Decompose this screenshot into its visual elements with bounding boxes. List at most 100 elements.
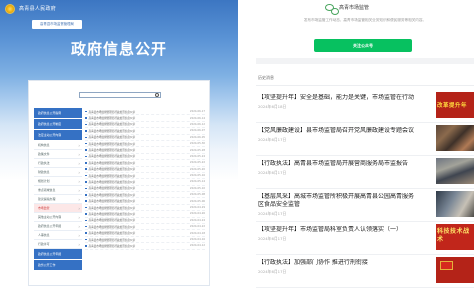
chevron-right-icon: › <box>78 224 80 229</box>
chevron-right-icon: › <box>78 233 80 238</box>
sidebar-item-label: 行政执法 <box>38 161 50 165</box>
row-title-text: 高青县市场监督管理局行政处罚信息公示 <box>88 232 136 236</box>
bullet-icon <box>85 181 87 183</box>
row-title[interactable]: 高青县市场监督管理局行政处罚信息公示 <box>85 225 187 229</box>
row-title[interactable]: 高青县市场监督管理局行政处罚信息公示 <box>85 167 187 171</box>
row-title[interactable]: 高青县市场监督管理局行政处罚信息公示 <box>85 135 187 139</box>
article-thumbnail[interactable]: 改革提升年 <box>436 92 474 118</box>
row-title-text: 高青县市场监督管理局行政处罚信息公示 <box>88 142 136 146</box>
row-title[interactable]: 高青县市场监督管理局行政处罚信息公示 <box>85 193 187 197</box>
row-title[interactable]: 高青县市场监督管理局行政处罚信息公示 <box>85 186 187 190</box>
row-title-text: 高青县市场监督管理局行政处罚信息公示 <box>88 136 136 140</box>
article-thumbnail[interactable] <box>436 158 474 184</box>
follow-button[interactable]: 关注公众号 <box>314 39 412 52</box>
row-title[interactable]: 高青县市场监督管理局行政处罚信息公示 <box>85 231 187 235</box>
content-panel: 政府信息公开指南 政府信息公开制度 法定主动公开内容 机构信息 › 政策文件 › 行政执法 › 财… <box>28 80 210 286</box>
row-title-text: 高青县市场监督管理局行政处罚信息公示 <box>88 206 136 210</box>
sidebar-item[interactable]: 财政信息 › <box>34 168 82 177</box>
article-item[interactable]: 【党风廉政建设】县市场监管局召开党风廉政建设专题会议 2024年6月17日 <box>256 122 474 156</box>
chevron-right-icon: › <box>78 161 80 166</box>
row-date: 2024-04-26 <box>189 212 205 216</box>
table-row[interactable]: 高青县市场监督管理局行政处罚信息公示 2024-04-12 <box>85 243 205 250</box>
sidebar-item[interactable]: 政府信息公开指南 <box>34 108 82 119</box>
search-icon[interactable] <box>155 93 159 97</box>
sidebar-item[interactable]: 行政执法 › <box>34 159 82 168</box>
thumbnail-caption: 改革提升年 <box>437 103 468 109</box>
row-title[interactable]: 高青县市场监督管理局行政处罚信息公示 <box>85 244 187 248</box>
national-emblem-icon <box>5 4 15 14</box>
history-label: 历史消息 <box>258 75 274 80</box>
sidebar-item[interactable]: 政策文件 › <box>34 150 82 159</box>
row-title[interactable]: 高青县市场监督管理局行政处罚信息公示 <box>85 174 187 178</box>
row-date: 2024-04-22 <box>189 225 205 229</box>
sidebar-item[interactable]: 规划计划 › <box>34 177 82 186</box>
row-title[interactable]: 高青县市场监督管理局行政处罚信息公示 <box>85 199 187 203</box>
sidebar-item-label: 政务公开工作 <box>38 263 56 267</box>
sidebar-item[interactable]: 政府信息公开年报 <box>34 249 82 260</box>
sidebar-item[interactable]: 法定主动公开内容 <box>34 130 82 141</box>
bullet-icon <box>85 187 87 190</box>
article-thumbnail[interactable] <box>436 125 474 151</box>
row-date: 2024-04-16 <box>189 238 205 241</box>
sidebar-item[interactable]: 行政许可 › <box>34 240 82 249</box>
row-title[interactable]: 高青县市场监督管理局行政处罚信息公示 <box>85 129 187 133</box>
thumbnail-caption: 科技技术战术 <box>437 228 470 243</box>
sidebar-item[interactable]: 政府信息公开制度 <box>34 119 82 130</box>
sidebar-item[interactable]: 重点领域信息 › <box>34 186 82 195</box>
row-title-text: 高青县市场监督管理局行政处罚信息公示 <box>88 155 136 159</box>
sidebar-item-label: 政府信息公开制度 <box>38 122 62 126</box>
row-title[interactable]: 高青县市场监督管理局行政处罚信息公示 <box>85 180 187 184</box>
article-title[interactable]: 【党风廉政建设】县市场监管局召开党风廉政建设专题会议 <box>258 127 418 135</box>
article-item[interactable]: 【行政执法】高青县市场监管局开展营商服务局市监报告 2024年6月17日 <box>256 155 474 189</box>
sidebar-item[interactable]: 机构信息 › <box>34 141 82 150</box>
row-title[interactable]: 高青县市场监督管理局行政处罚信息公示 <box>85 212 187 216</box>
article-item[interactable]: 【攻坚提升年】安全是基础，能力是关键，市场监管在行动 2024年6月18日 改革提升… <box>256 89 474 123</box>
article-title[interactable]: 【攻坚提升年】安全是基础，能力是关键，市场监管在行动 <box>258 94 418 102</box>
row-title[interactable]: 高青县市场监督管理局行政处罚信息公示 <box>85 116 187 120</box>
article-title[interactable]: 【攻坚提升年】市场监管局科室负责人认领落实（一） <box>258 226 418 234</box>
sidebar-item[interactable]: 其他主动公开内容 › <box>34 213 82 222</box>
gov-site-name[interactable]: 高青县人民政府 <box>19 4 56 14</box>
department-breadcrumb[interactable]: 高青县市场监督管理局 <box>32 20 82 29</box>
sidebar-item[interactable]: 政府信息公开年报 › <box>34 222 82 231</box>
sidebar-item[interactable]: 政务公开工作 <box>34 260 82 271</box>
article-item[interactable]: 【行政执法】加强部门协作 推进行刑衔接 2024年6月17日 <box>256 254 474 288</box>
sidebar-item[interactable]: 建议提案办理 › <box>34 195 82 204</box>
article-thumbnail[interactable] <box>436 257 474 283</box>
row-title[interactable]: 高青县市场监督管理局行政处罚信息公示 <box>85 122 187 126</box>
sidebar-item-label: 政府信息公开年报 <box>38 224 62 228</box>
page-title: 政府信息公开 <box>70 40 167 58</box>
row-date: 2024-05-10 <box>189 186 205 190</box>
article-title[interactable]: 【行政执法】加强部门协作 推进行刑衔接 <box>258 259 418 267</box>
row-title-text: 高青县市场监督管理局行政处罚信息公示 <box>88 187 136 191</box>
article-item[interactable]: 【攻坚提升年】市场监管局科室负责人认领落实（一） 2024年6月17日 科技技术战术 <box>256 221 474 255</box>
wechat-icon <box>325 4 339 15</box>
row-title[interactable]: 高青县市场监督管理局行政处罚信息公示 <box>85 142 187 146</box>
row-date: 2024-04-24 <box>189 218 205 222</box>
chevron-right-icon: › <box>78 179 80 184</box>
bullet-icon <box>85 110 87 113</box>
bullet-icon <box>85 225 87 228</box>
row-title[interactable]: 高青县市场监督管理局行政处罚信息公示 <box>85 206 187 210</box>
row-title[interactable]: 高青县市场监督管理局行政处罚信息公示 <box>85 238 187 242</box>
article-thumbnail[interactable] <box>436 191 474 217</box>
article-title[interactable]: 【行政执法】高青县市场监管局开展营商服务局市监报告 <box>258 160 418 168</box>
row-title[interactable]: 高青县市场监督管理局行政处罚信息公示 <box>85 161 187 165</box>
row-date: 2024-05-30 <box>189 142 205 146</box>
article-item[interactable]: 【基层风采】高城市场监管所积极开展高青县公园高青服务区食品安全监管 2024年6月… <box>256 188 474 222</box>
row-title[interactable]: 高青县市场监督管理局行政处罚信息公示 <box>85 148 187 152</box>
sidebar-item[interactable]: 人事信息 › <box>34 231 82 240</box>
article-thumbnail[interactable]: 科技技术战术 <box>436 224 474 250</box>
sidebar-item[interactable]: 市场监管 › <box>34 204 82 213</box>
search-input[interactable] <box>79 92 161 98</box>
row-date: 2024-05-24 <box>189 154 205 158</box>
bullet-icon <box>85 213 87 215</box>
row-title[interactable]: 高青县市场监督管理局行政处罚信息公示 <box>85 154 187 158</box>
row-date: 2024-06-17 <box>189 110 205 114</box>
row-title[interactable]: 高青县市场监督管理局行政处罚信息公示 <box>85 110 187 114</box>
chevron-right-icon: › <box>78 170 80 175</box>
row-title[interactable]: 高青县市场监督管理局行政处罚信息公示 <box>85 218 187 222</box>
flag-icon <box>440 261 453 270</box>
row-date: 2024-05-06 <box>189 199 205 203</box>
article-title[interactable]: 【基层风采】高城市场监管所积极开展高青县公园高青服务区食品安全监管 <box>258 193 418 209</box>
